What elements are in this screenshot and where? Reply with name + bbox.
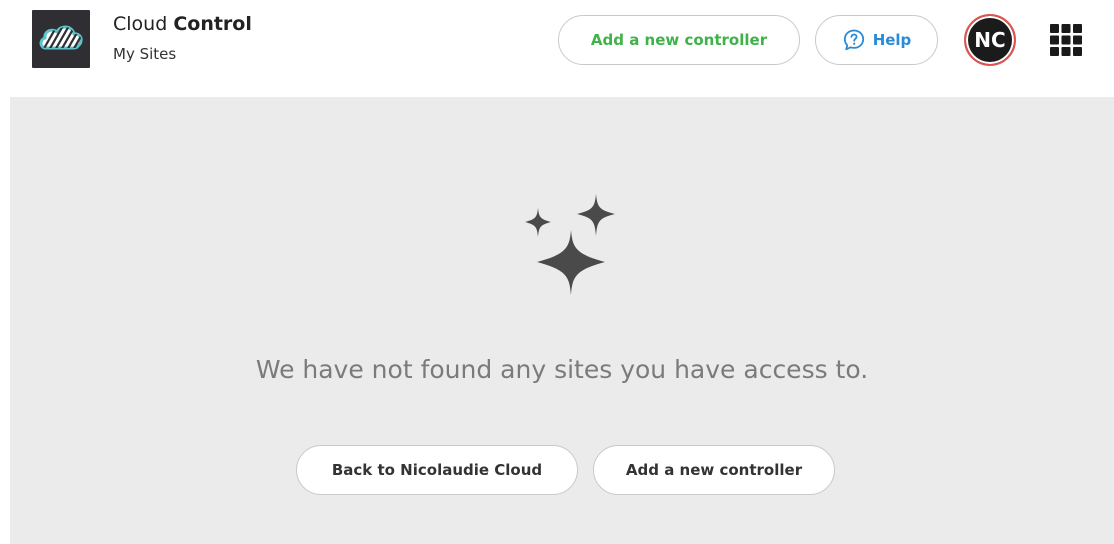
add-new-controller-button[interactable]: Add a new controller [593,445,835,495]
app-title-bold: Control [173,13,252,35]
empty-state-message: We have not found any sites you have acc… [255,355,869,384]
striped-cloud-icon [39,25,83,50]
app-title: Cloud Control [113,12,252,36]
sparkles-icon [525,194,615,295]
add-controller-button[interactable]: Add a new controller [558,15,800,65]
add-new-controller-label: Add a new controller [625,461,803,479]
back-to-cloud-button[interactable]: Back to Nicolaudie Cloud [296,445,578,495]
app-title-regular: Cloud [113,13,168,35]
app-logo[interactable] [32,10,90,68]
top-header: Cloud Control My Sites Add a new control… [0,0,1114,97]
help-button[interactable]: Help [815,15,938,65]
help-label: Help [872,31,912,49]
add-controller-label: Add a new controller [590,31,768,49]
back-to-cloud-label: Back to Nicolaudie Cloud [331,461,543,479]
page-subtitle: My Sites [113,45,177,63]
user-avatar[interactable]: NC [964,14,1016,66]
avatar-initials: NC [974,28,1006,52]
question-bubble-icon [843,29,864,51]
apps-grid-icon[interactable] [1048,22,1084,58]
empty-state-panel: We have not found any sites you have acc… [10,97,1114,544]
